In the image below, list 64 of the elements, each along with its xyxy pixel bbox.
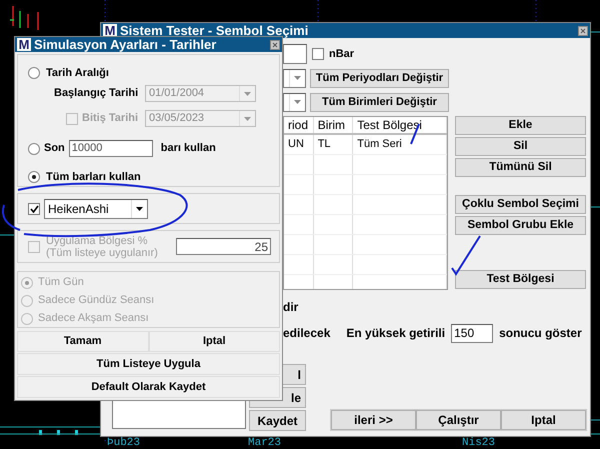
axis-label: Þub23 <box>107 437 140 449</box>
caret-icon <box>294 76 301 80</box>
check-mark-drawing <box>451 235 481 276</box>
dialog-button[interactable]: Tamam <box>17 331 148 352</box>
table-cell: Tüm Seri <box>353 135 447 154</box>
option-label: Tarih Aralığı <box>46 66 109 81</box>
bar-type-dropdown[interactable]: HeikenAshi <box>44 198 148 218</box>
field-label: sonucu göster <box>499 325 582 342</box>
change-button[interactable]: Tüm Birimleri Değiştir <box>310 92 449 112</box>
hint-text: (Tüm listeye uygulanır) <box>46 246 158 258</box>
field-label: barı kullan <box>160 141 216 156</box>
caret-icon <box>244 116 251 120</box>
checkbox[interactable] <box>28 202 40 214</box>
option-label: Sadece Gündüz Seansı <box>38 293 154 308</box>
checkbox[interactable] <box>312 48 324 60</box>
axis-label: Mar23 <box>248 437 282 449</box>
caret-icon <box>294 100 301 104</box>
dialog-button[interactable]: Tüm Listeye Uygula <box>17 353 280 375</box>
footer-button[interactable]: Çalıştır <box>416 410 501 430</box>
caret-icon <box>136 206 143 210</box>
radio-button[interactable] <box>28 142 40 154</box>
window-title: Simulasyon Ayarları - Tarihler <box>34 37 216 52</box>
option-label: Tüm Gün <box>38 275 84 290</box>
side-button[interactable]: Tümünü Sil <box>455 158 586 177</box>
footer-button[interactable]: Iptal <box>501 410 586 430</box>
dropdown[interactable] <box>283 92 306 112</box>
table-cell: UN <box>284 135 314 154</box>
column-header[interactable]: riod <box>284 117 314 133</box>
status-text: edilecek <box>283 325 330 342</box>
caret-icon <box>244 92 251 96</box>
option-label: Uygulama Bölgesi % <box>46 234 148 246</box>
text-field[interactable] <box>283 44 307 64</box>
close-icon[interactable] <box>270 40 280 50</box>
column-header[interactable]: Test Bölgesi <box>353 117 447 133</box>
dialog-button[interactable]: Iptal <box>148 331 280 352</box>
field-label: Başlangıç Tarihi <box>54 86 138 102</box>
side-button[interactable]: Ekle <box>455 116 586 135</box>
dropdown[interactable] <box>283 68 306 88</box>
footer-button[interactable]: ileri >> <box>331 410 416 430</box>
field-label: En yüksek getirili <box>346 325 446 342</box>
side-button[interactable]: Sembol Grubu Ekle <box>455 216 586 235</box>
column-header[interactable]: Birim <box>314 117 354 133</box>
checkbox-label: nBar <box>329 46 354 62</box>
option-label: Son <box>44 141 65 156</box>
option-label: Tüm barları kullan <box>46 170 141 185</box>
close-icon[interactable] <box>578 26 588 36</box>
radio-button[interactable] <box>28 67 40 79</box>
app-logo: M <box>17 38 31 51</box>
side-button[interactable]: Kaydet <box>249 410 306 431</box>
field-label: Bitiş Tarihi <box>82 111 138 126</box>
table-cell: TL <box>314 135 354 154</box>
number-field[interactable]: 150 <box>451 324 494 342</box>
change-button[interactable]: Tüm Periyodları Değiştir <box>310 68 449 88</box>
window-title: Sistem Tester - Sembol Seçimi <box>120 23 308 38</box>
number-field[interactable]: 10000 <box>68 140 153 157</box>
axis-label: Nis23 <box>462 437 496 449</box>
dialog-button[interactable]: Default Olarak Kaydet <box>17 376 280 398</box>
radio-button[interactable] <box>28 171 40 183</box>
side-button[interactable]: Çoklu Sembol Seçimi <box>455 195 586 214</box>
option-label: Sadece Akşam Seansı <box>38 311 149 326</box>
side-button[interactable]: Test Bölgesi <box>455 270 586 289</box>
status-text: dir <box>283 299 300 316</box>
app-logo: M <box>103 24 117 37</box>
side-button[interactable]: Sil <box>455 137 586 156</box>
